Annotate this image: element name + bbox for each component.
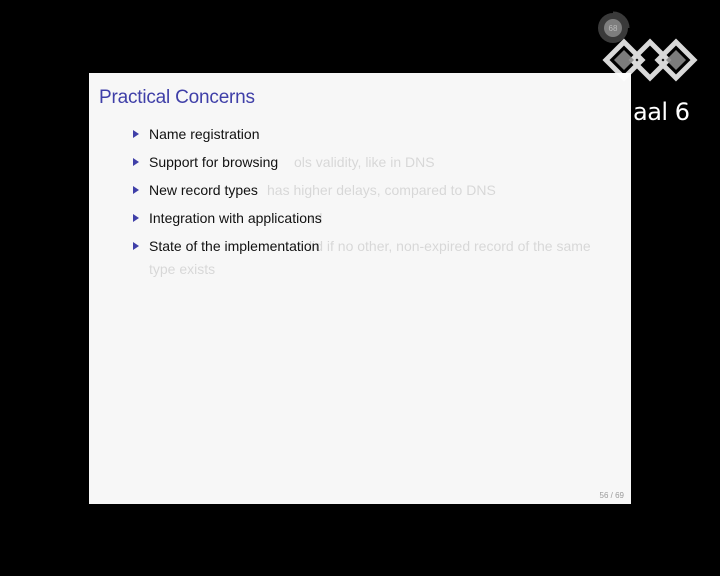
ghost-text-line: type exists <box>149 261 216 277</box>
conference-logo-icon: 68 <box>598 11 698 82</box>
bullet-text: Support for browsing <box>149 154 279 170</box>
badge-number: 68 <box>609 24 618 33</box>
ghost-text-line: ols validity, like in DNS <box>294 154 435 170</box>
ghost-text-line: lid if no other, non-expired record of t… <box>309 238 591 254</box>
bullet-text: Integration with applications <box>149 210 322 226</box>
slide: Practical Concerns ols validity, like in… <box>89 73 631 504</box>
slide-title: Practical Concerns <box>99 87 255 108</box>
page-number: 56 / 69 <box>599 491 624 500</box>
bullet-text: New record types <box>149 182 258 198</box>
bullet-triangle-icon <box>133 158 139 166</box>
bullet-triangle-icon <box>133 130 139 138</box>
bullet-text: State of the implementation <box>149 238 320 254</box>
ghost-text-line: has higher delays, compared to DNS <box>267 182 496 198</box>
room-label: aal 6 <box>633 98 690 126</box>
bullet-triangle-icon <box>133 214 139 222</box>
bullet-triangle-icon <box>133 186 139 194</box>
bullet-triangle-icon <box>133 242 139 250</box>
bullet-text: Name registration <box>149 126 260 142</box>
